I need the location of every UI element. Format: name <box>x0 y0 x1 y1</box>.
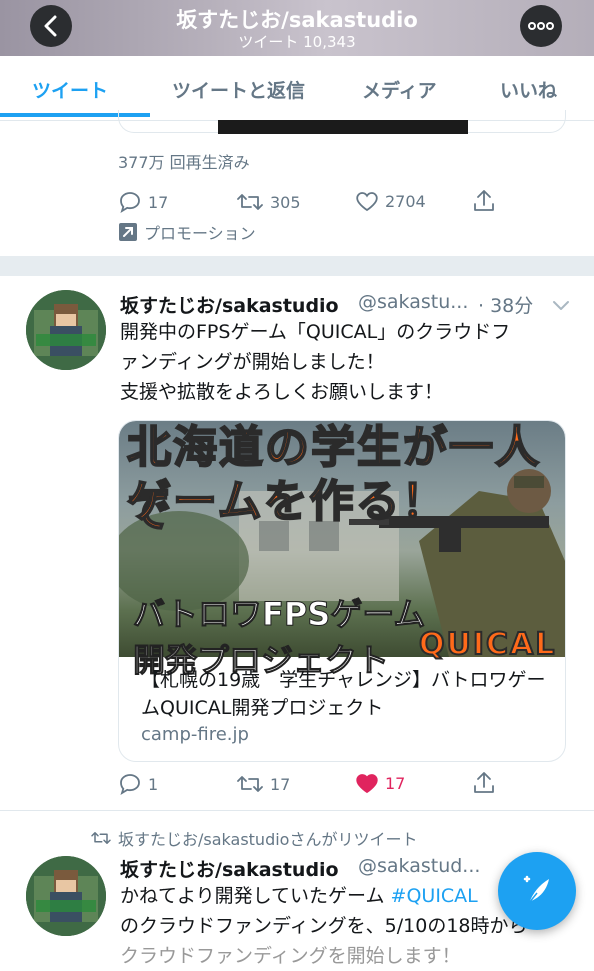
retweet-count: 305 <box>270 192 301 212</box>
promoted-retweet-button[interactable]: 305 <box>236 190 301 214</box>
promoted-media-thumbnail <box>218 120 468 134</box>
promoted-reply-button[interactable]: 17 <box>118 190 168 214</box>
tweet-text-line-3: 支援や拡散をよろしくお願いします！ <box>120 381 444 403</box>
link-preview-title: 【札幌の19歳 学生チャレンジ】バトロワゲームQUICAL開発プロジェクト <box>141 669 546 719</box>
tweet-text-prefix: かねてより開発していたゲーム <box>120 885 391 907</box>
tweet-count: ツイート 10,343 <box>238 33 356 51</box>
retweet-context-label[interactable]: 坂すたじお/sakastudioさんがリツイート <box>118 826 417 850</box>
tweet-menu-button[interactable] <box>552 296 570 315</box>
link-preview-domain: camp-fire.jp <box>141 724 249 745</box>
tab-likes[interactable]: いいね <box>500 76 557 103</box>
more-icon <box>528 22 554 30</box>
promoted-arrow-icon <box>119 223 137 241</box>
like-button[interactable]: 17 <box>355 772 405 794</box>
reply-button[interactable]: 1 <box>118 772 158 796</box>
section-divider <box>0 256 594 276</box>
share-button[interactable] <box>471 770 497 796</box>
tweet-text-line-2: ァンディングが開始しました！ <box>120 351 385 373</box>
tab-media[interactable]: メディア <box>362 76 437 103</box>
back-button[interactable] <box>30 5 72 47</box>
retweet-context: 坂すたじお/sakastudioさんがリツイート <box>90 826 417 850</box>
tweet-text-line-3: クラウドファンディングを開始します！ <box>120 945 461 967</box>
reply-icon <box>120 192 140 214</box>
tweet-author-name[interactable]: 坂すたじお/sakastudio <box>120 291 339 318</box>
promotion-label: プロモーション <box>144 224 256 243</box>
heart-icon <box>356 774 378 794</box>
banner-line-3: バトロワFPSゲーム <box>132 595 426 634</box>
tab-tweets-and-replies[interactable]: ツイートと返信 <box>172 76 305 103</box>
link-preview-card[interactable]: 北海道の学生が一人で ゲームを作る！ バトロワFPSゲーム 開発プロジェクト Q… <box>118 420 566 762</box>
tweet-author-handle: @sakastud... <box>358 855 481 877</box>
hashtag-link[interactable]: #QUICAL <box>391 885 478 907</box>
heart-icon <box>356 192 378 212</box>
compose-tweet-button[interactable] <box>498 852 576 930</box>
share-icon <box>474 190 494 211</box>
promotion-label-row: プロモーション <box>118 220 256 244</box>
tweet-text-line-1: 開発中のFPSゲーム「QUICAL」のクラウドフ <box>120 321 511 343</box>
reply-icon <box>120 774 140 796</box>
avatar-image <box>26 856 106 936</box>
like-count: 2704 <box>385 191 426 211</box>
banner-line-2: ゲームを作る！ <box>126 475 448 528</box>
banner-logo: QUICAL <box>418 626 557 663</box>
retweet-count: 17 <box>270 774 291 794</box>
like-count: 17 <box>385 773 406 793</box>
retweet-icon <box>237 776 263 792</box>
promoted-like-button[interactable]: 2704 <box>355 190 426 212</box>
back-arrow-icon <box>44 15 57 37</box>
tweet-timestamp[interactable]: · 38分 <box>478 291 533 318</box>
avatar[interactable] <box>26 856 106 936</box>
tweet-author-name[interactable]: 坂すたじお/sakastudio <box>120 855 339 882</box>
retweet-icon <box>237 194 263 210</box>
tweet-divider <box>0 810 594 811</box>
retweet-icon <box>91 832 111 844</box>
tweet-author-handle: @sakastu... <box>358 291 469 313</box>
share-icon <box>474 772 494 793</box>
compose-feather-icon <box>523 875 549 904</box>
reply-count: 1 <box>148 774 159 794</box>
header-title: 坂すたじお/sakastudio <box>176 8 418 32</box>
avatar[interactable] <box>26 290 106 370</box>
tweet-text-line-2: のクラウドファンディングを、5/10の18時から <box>120 915 528 937</box>
view-count: 377万 回再生済み <box>118 153 250 172</box>
more-button[interactable] <box>520 5 562 47</box>
tab-tweets[interactable]: ツイート <box>32 76 108 103</box>
retweet-button[interactable]: 17 <box>236 772 290 796</box>
reply-count: 17 <box>148 192 169 212</box>
avatar-image <box>26 290 106 370</box>
chevron-down-icon <box>553 301 569 310</box>
link-preview-image: 北海道の学生が一人で ゲームを作る！ バトロワFPSゲーム 開発プロジェクト Q… <box>119 421 565 680</box>
tweet-text-line-1: かねてより開発していたゲーム #QUICAL <box>120 881 478 911</box>
promoted-share-button[interactable] <box>471 188 497 214</box>
